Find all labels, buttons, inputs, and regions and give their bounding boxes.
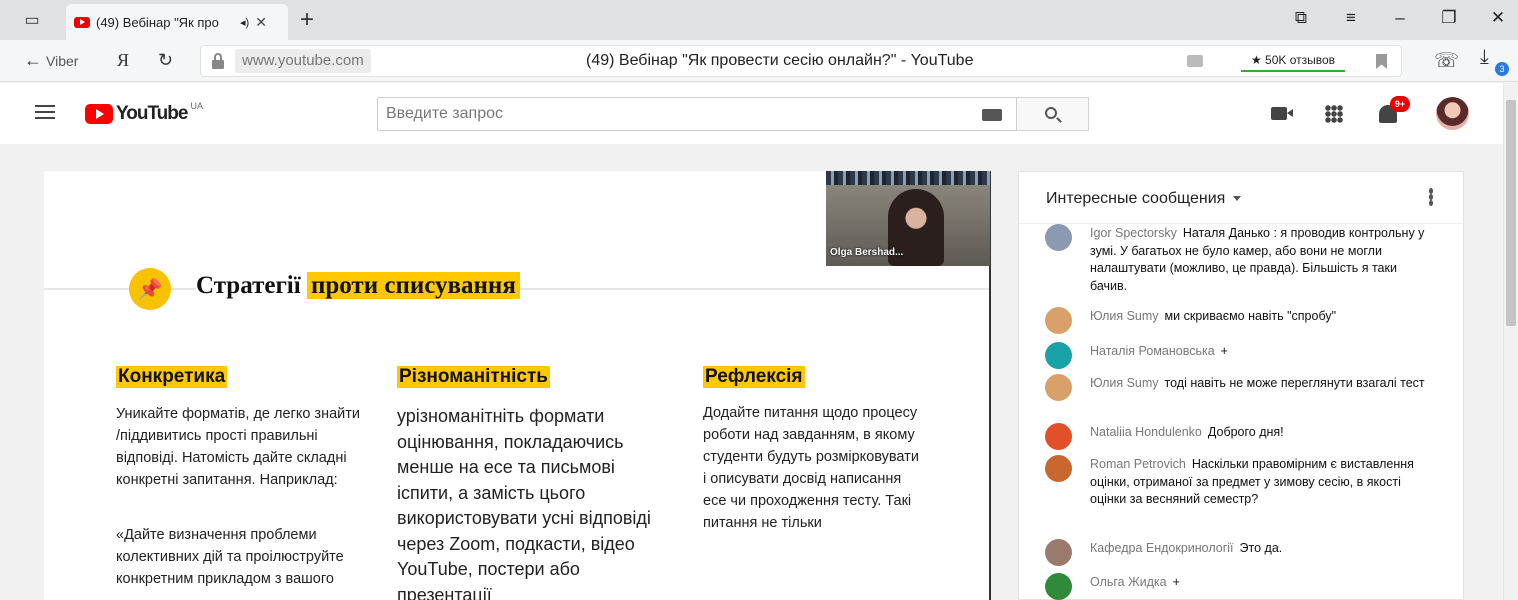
restore-icon[interactable]: ❐ bbox=[1437, 8, 1461, 28]
slide-heading-highlight: проти списування bbox=[306, 272, 520, 299]
webcam-overlay: Olga Bershad... bbox=[826, 171, 990, 266]
chat-message: Igor Spectorsky Наталя Данько : я проводи… bbox=[1045, 224, 1425, 295]
chat-avatar[interactable] bbox=[1045, 539, 1072, 566]
apps-grid-icon[interactable] bbox=[1325, 105, 1343, 123]
minimize-icon[interactable]: – bbox=[1388, 8, 1412, 28]
lock-icon[interactable] bbox=[211, 53, 225, 69]
column-text-concreteness: Уникайте форматів, де легко знайти /підд… bbox=[116, 406, 360, 488]
reader-mode-icon[interactable] bbox=[1187, 55, 1203, 67]
chat-author[interactable]: Юлия Sumy bbox=[1090, 376, 1159, 390]
region-label: UA bbox=[190, 101, 203, 111]
column-text-reflection: Додайте питання щодо процесу роботи над … bbox=[703, 405, 919, 531]
chat-mode-label: Интересные сообщения bbox=[1046, 190, 1226, 207]
back-arrow-icon: ← bbox=[24, 50, 42, 70]
youtube-play-logo-icon bbox=[85, 104, 113, 124]
dropdown-caret-icon bbox=[1233, 196, 1242, 202]
sidebar-toggle-icon[interactable]: ▭ bbox=[18, 8, 46, 32]
chat-author[interactable]: Юлия Sumy bbox=[1090, 309, 1159, 323]
chat-text: тоді навіть не може переглянути взагалі … bbox=[1164, 376, 1425, 390]
chat-avatar[interactable] bbox=[1045, 342, 1072, 369]
protect-icon[interactable]: ☏ bbox=[1434, 48, 1459, 73]
chat-avatar[interactable] bbox=[1045, 573, 1072, 600]
youtube-header: YouTube UA 9+ bbox=[0, 83, 1503, 144]
chat-header: Интересные сообщения bbox=[1019, 172, 1463, 224]
page-scroll-thumb[interactable] bbox=[1506, 100, 1516, 326]
chat-author[interactable]: Nataliia Hondulenko bbox=[1090, 425, 1202, 439]
chat-message: Roman Petrovich Наскільки правомірним є в… bbox=[1045, 455, 1425, 509]
chat-avatar[interactable] bbox=[1045, 224, 1072, 251]
slide-heading-plain: Стратегії bbox=[196, 272, 301, 299]
youtube-logo[interactable]: YouTube UA bbox=[85, 101, 203, 125]
search-input[interactable] bbox=[378, 98, 968, 130]
chat-mode-dropdown[interactable]: Интересные сообщения bbox=[1046, 190, 1242, 208]
tabs-manager-icon[interactable]: ⧉ bbox=[1289, 8, 1313, 28]
create-video-icon[interactable] bbox=[1271, 107, 1293, 120]
url-domain[interactable]: www.youtube.com bbox=[235, 49, 371, 73]
reviews-badge[interactable]: ★ 50K отзывов bbox=[1241, 50, 1345, 72]
search-icon bbox=[1045, 107, 1057, 119]
chat-message: Юлия Sumy тоді навіть не може переглянути… bbox=[1045, 374, 1425, 401]
pin-icon: 📌 bbox=[129, 268, 171, 310]
youtube-favicon-icon bbox=[74, 16, 90, 28]
close-window-icon[interactable]: ✕ bbox=[1486, 8, 1510, 28]
chat-message: Nataliia Hondulenko Доброго дня! bbox=[1045, 423, 1425, 450]
download-count-badge: 3 bbox=[1495, 62, 1509, 76]
search-box bbox=[377, 97, 1017, 131]
speaker-icon[interactable]: ◂) bbox=[240, 16, 249, 29]
address-bar-row: ← Viber Я ↻ www.youtube.com (49) Вебінар… bbox=[0, 40, 1518, 82]
url-field[interactable]: www.youtube.com (49) Вебінар "Як провест… bbox=[200, 45, 1402, 77]
column-title-concreteness: Конкретика bbox=[116, 366, 228, 388]
browser-menu-icon[interactable]: ≡ bbox=[1339, 8, 1363, 28]
chat-message: Юлия Sumy ми скриваємо навіть "спробу" bbox=[1045, 307, 1425, 334]
chat-author[interactable]: Наталія Романовська bbox=[1090, 344, 1215, 358]
chat-message: Ольга Жидка + bbox=[1045, 573, 1425, 600]
reload-icon[interactable]: ↻ bbox=[158, 50, 173, 71]
column-text-diversity: урізноманітніть формати оцінювання, покл… bbox=[397, 406, 651, 600]
back-label: Viber bbox=[46, 52, 79, 69]
bookmark-icon[interactable] bbox=[1376, 54, 1387, 69]
keyboard-icon[interactable] bbox=[982, 109, 1002, 121]
chat-message: Кафедра Ендокринології Это да. bbox=[1045, 539, 1425, 566]
more-options-icon[interactable] bbox=[1429, 188, 1433, 206]
chat-avatar[interactable] bbox=[1045, 455, 1072, 482]
page-title: (49) Вебінар "Як провести сесію онлайн?"… bbox=[586, 52, 974, 69]
tab-title: (49) Вебінар "Як про bbox=[96, 14, 219, 30]
chat-author[interactable]: Ольга Жидка bbox=[1090, 575, 1167, 589]
download-icon[interactable]: ⤓ bbox=[1480, 46, 1489, 69]
column-title-diversity: Різноманітність bbox=[397, 366, 550, 388]
notifications-badge: 9+ bbox=[1390, 96, 1410, 112]
search-button[interactable] bbox=[1017, 97, 1089, 131]
avatar[interactable] bbox=[1436, 97, 1469, 130]
chat-text: Доброго дня! bbox=[1207, 425, 1284, 439]
youtube-logo-text: YouTube bbox=[116, 103, 188, 124]
hamburger-menu-icon[interactable] bbox=[35, 105, 55, 119]
chat-text: + bbox=[1172, 575, 1180, 589]
chat-text: ми скриваємо навіть "спробу" bbox=[1164, 309, 1337, 323]
live-chat-panel: Интересные сообщения Igor Spectorsky Ната… bbox=[1018, 171, 1464, 600]
column-title-reflection: Рефлексія bbox=[703, 366, 805, 388]
slide-heading: Стратегії проти списування bbox=[196, 272, 520, 300]
chat-avatar[interactable] bbox=[1045, 423, 1072, 450]
yandex-button[interactable]: Я bbox=[117, 50, 129, 71]
chat-text: + bbox=[1220, 344, 1228, 358]
column-quote-concreteness: «Дайте визначення проблеми колективних д… bbox=[116, 527, 344, 587]
new-tab-button[interactable]: + bbox=[300, 6, 314, 34]
back-button[interactable]: ← Viber bbox=[24, 50, 78, 71]
chat-avatar[interactable] bbox=[1045, 307, 1072, 334]
webcam-name-label: Olga Bershad... bbox=[830, 247, 904, 258]
tab-close-icon[interactable]: ✕ bbox=[255, 14, 267, 31]
browser-tab-bar: ▭ (49) Вебінар "Як про ◂) ✕ + ⧉ ≡ – ❐ ✕ bbox=[0, 0, 1518, 40]
chat-author[interactable]: Кафедра Ендокринології bbox=[1090, 541, 1234, 555]
chat-message: Наталія Романовська + bbox=[1045, 342, 1425, 369]
chat-author[interactable]: Igor Spectorsky bbox=[1090, 226, 1177, 240]
chat-avatar[interactable] bbox=[1045, 374, 1072, 401]
chat-author[interactable]: Roman Petrovich bbox=[1090, 457, 1186, 471]
bookshelf-background bbox=[826, 171, 990, 185]
browser-tab-active[interactable]: (49) Вебінар "Як про ◂) ✕ bbox=[66, 4, 288, 40]
chat-text: Это да. bbox=[1239, 541, 1283, 555]
